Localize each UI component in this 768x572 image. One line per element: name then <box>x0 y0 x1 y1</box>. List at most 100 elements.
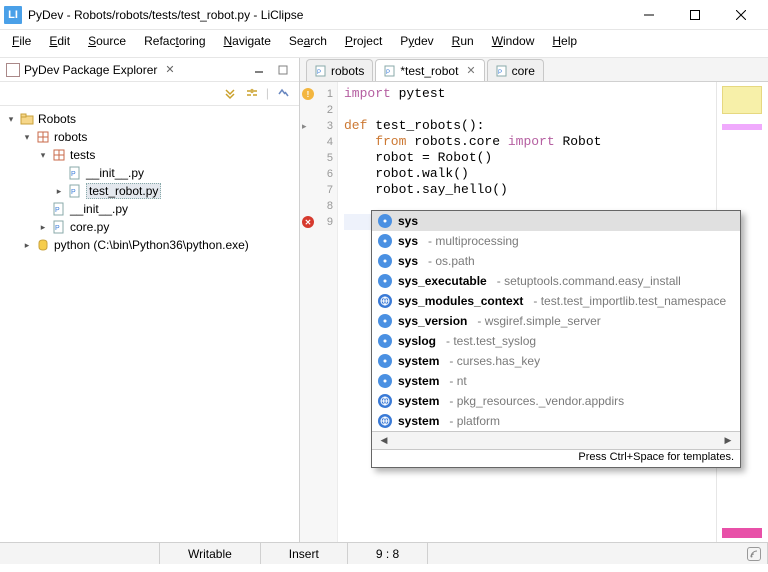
rss-icon[interactable] <box>747 547 761 561</box>
tree-node[interactable]: ▾ tests <box>6 146 297 164</box>
tree-node[interactable]: ▸Ptest_robot.py <box>6 182 297 200</box>
tab-label: robots <box>331 64 364 78</box>
completion-item[interactable]: sys <box>372 211 740 231</box>
tree-node[interactable]: ▸Pcore.py <box>6 218 297 236</box>
completion-item[interactable]: system - nt <box>372 371 740 391</box>
completion-item[interactable]: sys - multiprocessing <box>372 231 740 251</box>
completion-name: sys_modules_context <box>398 294 523 308</box>
completion-item[interactable]: sys - os.path <box>372 251 740 271</box>
menu-navigate[interactable]: Navigate <box>216 32 279 50</box>
expander-icon[interactable]: ▾ <box>6 114 16 125</box>
package-icon <box>52 148 66 162</box>
tab-label: core <box>512 64 535 78</box>
expander-icon[interactable]: ▸ <box>54 186 64 197</box>
status-empty <box>0 543 160 564</box>
collapse-all-button[interactable] <box>220 84 240 102</box>
status-right <box>428 543 768 564</box>
variable-icon <box>378 374 392 388</box>
completion-name: sys_version <box>398 314 467 328</box>
status-insert: Insert <box>261 543 348 564</box>
variable-icon <box>378 274 392 288</box>
globe-icon <box>378 394 392 408</box>
close-tab-icon[interactable]: ✕ <box>466 64 475 77</box>
completion-name: sys <box>398 254 418 268</box>
gutter-line[interactable]: 6 <box>300 166 337 182</box>
menu-source[interactable]: Source <box>80 32 134 50</box>
overview-error-marker[interactable] <box>722 528 762 538</box>
variable-icon <box>378 234 392 248</box>
tree-node[interactable]: ▾robots <box>6 128 297 146</box>
globe-icon <box>378 414 392 428</box>
view-menu-button[interactable] <box>273 84 293 102</box>
expander-icon[interactable]: ▸ <box>22 240 32 251</box>
gutter-line[interactable]: 7 <box>300 182 337 198</box>
menu-project[interactable]: Project <box>337 32 390 50</box>
menu-refactoring[interactable]: Refactoring <box>136 32 213 50</box>
package-explorer-panel: PyDev Package Explorer ✕ | ▾Robots▾robot… <box>0 58 300 542</box>
expander-icon[interactable]: ▸ <box>38 222 48 233</box>
completion-name: sys <box>398 234 418 248</box>
gutter-line[interactable]: 3▸ <box>300 118 337 134</box>
completion-name: system <box>398 354 439 368</box>
gutter-line[interactable]: 8 <box>300 198 337 214</box>
variable-icon <box>378 254 392 268</box>
gutter-line[interactable]: 1! <box>300 86 337 102</box>
tree-node[interactable]: P__init__.py <box>6 200 297 218</box>
completion-item[interactable]: system - platform <box>372 411 740 431</box>
error-marker-icon[interactable]: ✕ <box>302 216 314 228</box>
tree-label: tests <box>70 148 95 162</box>
menu-search[interactable]: Search <box>281 32 335 50</box>
editor-tab[interactable]: P*test_robot✕ <box>375 59 484 81</box>
editor-tab[interactable]: Pcore <box>487 59 544 81</box>
gutter: 1!23▸456789✕ <box>300 82 338 542</box>
completion-origin: - multiprocessing <box>428 234 519 248</box>
completion-item[interactable]: syslog - test.test_syslog <box>372 331 740 351</box>
status-writable: Writable <box>160 543 261 564</box>
minimize-view-button[interactable] <box>249 61 269 79</box>
warning-marker-icon[interactable]: ! <box>302 88 314 100</box>
tree-node[interactable]: ▸python (C:\bin\Python36\python.exe) <box>6 236 297 254</box>
package-explorer-icon <box>6 63 20 77</box>
scroll-right-icon[interactable]: ▶ <box>720 435 736 446</box>
maximize-view-button[interactable] <box>273 61 293 79</box>
menu-file[interactable]: File <box>4 32 39 50</box>
gutter-line[interactable]: 4 <box>300 134 337 150</box>
editor-tab[interactable]: Probots <box>306 59 373 81</box>
tree-node[interactable]: ▾Robots <box>6 110 297 128</box>
project-icon <box>20 112 34 126</box>
overview-info-marker[interactable] <box>722 124 762 130</box>
completion-popup[interactable]: syssys - multiprocessingsys - os.pathsys… <box>371 210 741 468</box>
gutter-line[interactable]: 5 <box>300 150 337 166</box>
tree-label: test_robot.py <box>86 183 161 199</box>
fold-arrow-icon[interactable]: ▸ <box>302 121 307 132</box>
minimize-button[interactable] <box>626 0 672 30</box>
variable-icon <box>378 314 392 328</box>
status-cursor-pos: 9 : 8 <box>348 543 428 564</box>
completion-item[interactable]: system - pkg_resources._vendor.appdirs <box>372 391 740 411</box>
python-file-icon: P <box>52 220 66 234</box>
completion-item[interactable]: system - curses.has_key <box>372 351 740 371</box>
svg-text:P: P <box>55 207 60 214</box>
completion-name: system <box>398 414 439 428</box>
menu-run[interactable]: Run <box>444 32 482 50</box>
scroll-left-icon[interactable]: ◀ <box>376 435 392 446</box>
gutter-line[interactable]: 2 <box>300 102 337 118</box>
expander-icon[interactable]: ▾ <box>38 150 48 161</box>
close-view-icon[interactable]: ✕ <box>165 63 174 76</box>
completion-item[interactable]: sys_modules_context - test.test_importli… <box>372 291 740 311</box>
completion-item[interactable]: sys_version - wsgiref.simple_server <box>372 311 740 331</box>
menu-window[interactable]: Window <box>484 32 543 50</box>
gutter-line[interactable]: 9✕ <box>300 214 337 230</box>
completion-item[interactable]: sys_executable - setuptools.command.easy… <box>372 271 740 291</box>
link-editor-button[interactable] <box>242 84 262 102</box>
app-icon: LI <box>4 6 22 24</box>
close-button[interactable] <box>718 0 764 30</box>
menu-help[interactable]: Help <box>544 32 585 50</box>
menu-edit[interactable]: Edit <box>41 32 78 50</box>
maximize-button[interactable] <box>672 0 718 30</box>
expander-icon[interactable]: ▾ <box>22 132 32 143</box>
menu-pydev[interactable]: Pydev <box>392 32 441 50</box>
overview-warning-marker[interactable] <box>722 86 762 114</box>
project-tree[interactable]: ▾Robots▾robots▾testsP__init__.py▸Ptest_r… <box>0 106 299 542</box>
tree-node[interactable]: P__init__.py <box>6 164 297 182</box>
